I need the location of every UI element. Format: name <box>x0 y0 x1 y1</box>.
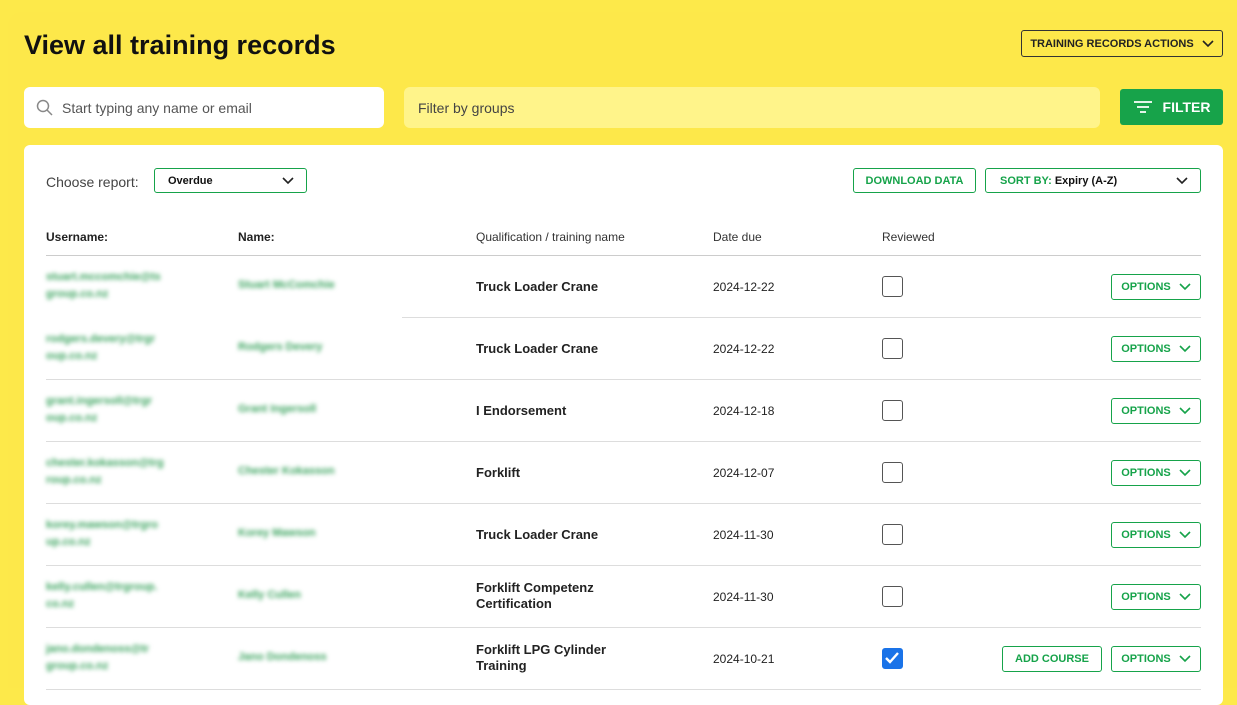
name-cell: Stuart McComchie <box>238 279 335 291</box>
date-due-cell: 2024-11-30 <box>713 590 774 604</box>
table-row: kelly.cullen@trgroup. co.nz Kelly Cullen F… <box>24 566 1223 628</box>
sort-key-label: SORT BY: <box>1000 174 1052 187</box>
table-row: chester.kokasson@trg roup.co.nz Chester K… <box>24 442 1223 504</box>
options-button-label: OPTIONS <box>1121 405 1171 417</box>
name-cell: Grant Ingersoll <box>238 403 317 415</box>
name-cell: Rodgers Devery <box>238 341 323 353</box>
options-button[interactable]: OPTIONS <box>1111 398 1201 424</box>
choose-report-label: Choose report: <box>46 174 139 190</box>
row-divider <box>46 689 1201 690</box>
report-select[interactable]: Overdue <box>154 168 307 193</box>
chevron-down-icon <box>1176 176 1188 185</box>
qualification-cell: I Endorsement <box>476 403 567 418</box>
qualification-cell: Truck Loader Crane <box>476 527 599 542</box>
options-button-label: OPTIONS <box>1121 653 1171 665</box>
qualification-cell: Forklift Competenz Certification <box>476 580 594 611</box>
username-cell: kelly.cullen@trgroup. co.nz <box>46 581 158 610</box>
reviewed-checkbox[interactable] <box>882 586 903 607</box>
name-cell: Jano Dondenoss <box>238 651 327 663</box>
options-button[interactable]: OPTIONS <box>1111 274 1201 300</box>
table-row: jano.dondenoss@tr group.co.nz Jano Donden… <box>24 628 1223 690</box>
qualification-cell: Truck Loader Crane <box>476 279 599 294</box>
column-header-name: Name: <box>238 230 275 244</box>
search-input[interactable] <box>62 99 362 116</box>
download-data-button[interactable]: DOWNLOAD DATA <box>853 168 976 193</box>
chevron-down-icon <box>282 176 294 185</box>
options-button[interactable]: OPTIONS <box>1111 336 1201 362</box>
options-button-label: OPTIONS <box>1121 343 1171 355</box>
options-button[interactable]: OPTIONS <box>1111 522 1201 548</box>
check-icon <box>885 652 899 664</box>
username-cell: jano.dondenoss@tr group.co.nz <box>46 643 150 672</box>
search-icon <box>36 99 53 116</box>
page-title: View all training records <box>24 30 336 60</box>
search-box[interactable] <box>24 87 384 128</box>
reviewed-checkbox[interactable] <box>882 276 903 297</box>
options-button-label: OPTIONS <box>1121 591 1171 603</box>
date-due-cell: 2024-12-22 <box>713 342 775 356</box>
date-due-cell: 2024-11-30 <box>713 528 774 542</box>
report-select-value: Overdue <box>168 174 213 187</box>
groups-filter-input[interactable]: Filter by groups <box>404 87 1100 128</box>
options-button[interactable]: OPTIONS <box>1111 646 1201 672</box>
username-cell: rodgers.devery@trgr oup.co.nz <box>46 333 156 362</box>
qualification-cell: Truck Loader Crane <box>476 341 599 356</box>
username-cell: grant.ingersoll@trgr oup.co.nz <box>46 395 153 424</box>
chevron-down-icon <box>1179 469 1191 477</box>
column-header-date-due: Date due <box>713 230 762 244</box>
options-button[interactable]: OPTIONS <box>1111 460 1201 486</box>
training-records-actions-button[interactable]: TRAINING RECORDS ACTIONS <box>1021 30 1223 57</box>
records-panel: Choose report: Overdue DOWNLOAD DATA SOR… <box>24 145 1223 705</box>
column-header-qualification: Qualification / training name <box>476 230 625 244</box>
options-button[interactable]: OPTIONS <box>1111 584 1201 610</box>
chevron-down-icon <box>1179 655 1191 663</box>
username-cell: korey.mawson@trgro up.co.nz <box>46 519 158 548</box>
reviewed-checkbox[interactable] <box>882 524 903 545</box>
reviewed-checkbox[interactable] <box>882 462 903 483</box>
chevron-down-icon <box>1179 345 1191 353</box>
chevron-down-icon <box>1179 531 1191 539</box>
qualification-cell: Forklift LPG Cylinder Training <box>476 642 607 673</box>
filter-button-label: FILTER <box>1162 99 1211 115</box>
filter-icon <box>1133 100 1153 114</box>
column-header-username: Username: <box>46 230 109 244</box>
date-due-cell: 2024-10-21 <box>713 652 775 666</box>
chevron-down-icon <box>1179 407 1191 415</box>
date-due-cell: 2024-12-18 <box>713 404 775 418</box>
options-button-label: OPTIONS <box>1121 467 1171 479</box>
name-cell: Chester Kokasson <box>238 465 335 477</box>
column-header-reviewed: Reviewed <box>882 230 935 244</box>
username-cell: chester.kokasson@trg roup.co.nz <box>46 457 164 486</box>
reviewed-checkbox[interactable] <box>882 400 903 421</box>
table-row: rodgers.devery@trgr oup.co.nz Rodgers Dev… <box>24 318 1223 380</box>
page-container: View all training records TRAINING RECOR… <box>8 12 1237 705</box>
filter-button[interactable]: FILTER <box>1120 89 1223 125</box>
table-row: grant.ingersoll@trgr oup.co.nz Grant Inge… <box>24 380 1223 442</box>
reviewed-checkbox[interactable] <box>882 648 903 669</box>
username-cell: stuart.mccomchie@ts group.co.nz <box>46 271 161 300</box>
sort-value: Expiry (A-Z) <box>1054 174 1118 187</box>
date-due-cell: 2024-12-07 <box>713 466 775 480</box>
add-course-button[interactable]: ADD COURSE <box>1002 646 1102 672</box>
table-row: stuart.mccomchie@ts group.co.nz Stuart Mc… <box>24 256 1223 318</box>
chevron-down-icon <box>1179 593 1191 601</box>
options-button-label: OPTIONS <box>1121 281 1171 293</box>
chevron-down-icon <box>1179 283 1191 291</box>
chevron-down-icon <box>1202 39 1214 48</box>
sort-select[interactable]: SORT BY: Expiry (A-Z) <box>985 168 1201 193</box>
qualification-cell: Forklift <box>476 465 521 480</box>
reviewed-checkbox[interactable] <box>882 338 903 359</box>
date-due-cell: 2024-12-22 <box>713 280 775 294</box>
name-cell: Kelly Cullen <box>238 589 301 601</box>
actions-button-label: TRAINING RECORDS ACTIONS <box>1030 37 1194 50</box>
options-button-label: OPTIONS <box>1121 529 1171 541</box>
name-cell: Korey Mawson <box>238 527 316 539</box>
table-row: korey.mawson@trgro up.co.nz Korey Mawson T… <box>24 504 1223 566</box>
